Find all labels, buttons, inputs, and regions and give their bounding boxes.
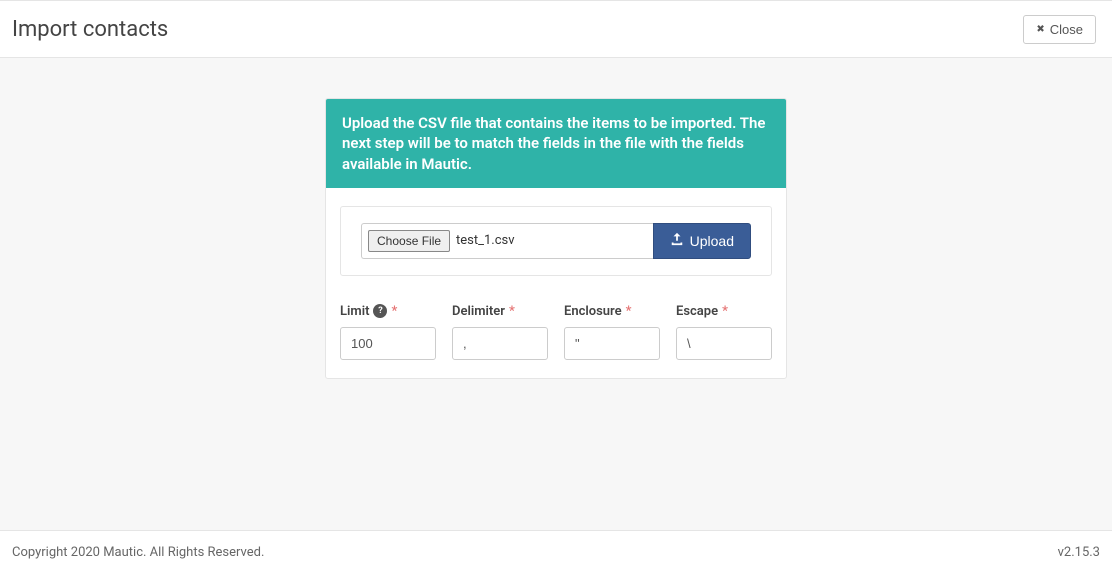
escape-label: Escape * [676,304,772,319]
required-marker: * [509,304,515,319]
file-input[interactable]: Choose File test_1.csv [361,223,653,259]
required-marker: * [626,304,632,319]
selected-file-name: test_1.csv [456,233,515,248]
help-icon[interactable]: ? [373,304,387,318]
page-header: Import contacts ✖ Close [0,0,1112,58]
delimiter-field-group: Delimiter * [452,304,548,360]
page-footer: Copyright 2020 Mautic. All Rights Reserv… [0,530,1112,574]
upload-button-label: Upload [690,233,734,249]
enclosure-label-text: Enclosure [564,304,622,319]
upload-button[interactable]: Upload [653,223,751,259]
enclosure-field-group: Enclosure * [564,304,660,360]
close-button[interactable]: ✖ Close [1023,15,1096,44]
panel-body: Choose File test_1.csv Upload Limit [326,188,786,378]
required-marker: * [722,304,728,319]
upload-section: Choose File test_1.csv Upload [340,206,772,276]
escape-field-group: Escape * [676,304,772,360]
enclosure-label: Enclosure * [564,304,660,319]
panel-instruction: Upload the CSV file that contains the it… [326,99,786,188]
escape-label-text: Escape [676,304,718,319]
delimiter-label: Delimiter * [452,304,548,319]
import-panel: Upload the CSV file that contains the it… [325,98,787,379]
limit-label-text: Limit [340,304,369,319]
delimiter-label-text: Delimiter [452,304,505,319]
limit-input[interactable] [340,327,436,360]
limit-field-group: Limit ? * [340,304,436,360]
close-button-label: Close [1050,22,1083,37]
delimiter-input[interactable] [452,327,548,360]
choose-file-button[interactable]: Choose File [368,230,450,252]
upload-row: Choose File test_1.csv Upload [361,223,751,259]
upload-icon [670,232,684,249]
version-text: v2.15.3 [1058,545,1100,560]
page-title: Import contacts [12,17,168,42]
copyright-text: Copyright 2020 Mautic. All Rights Reserv… [12,545,264,560]
enclosure-input[interactable] [564,327,660,360]
escape-input[interactable] [676,327,772,360]
close-icon: ✖ [1036,24,1044,35]
required-marker: * [391,304,397,319]
content-area: Upload the CSV file that contains the it… [0,58,1112,379]
limit-label: Limit ? * [340,304,436,319]
fields-row: Limit ? * Delimiter * Enclosure [340,304,772,360]
